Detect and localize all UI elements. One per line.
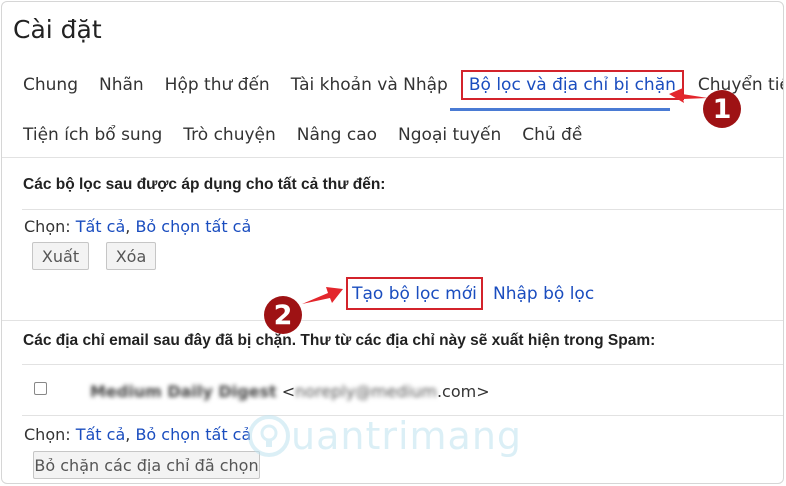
tabs-row-2: Tiện ích bổ sung Trò chuyện Nâng cao Ngo… bbox=[2, 118, 603, 152]
divider bbox=[22, 364, 783, 365]
step-2-badge: 2 bbox=[264, 296, 302, 334]
blocked-email-close: .com> bbox=[436, 382, 490, 401]
annotation-arrow-2-icon bbox=[302, 287, 343, 304]
tab-advanced[interactable]: Nâng cao bbox=[297, 125, 377, 145]
divider bbox=[2, 320, 783, 321]
page-title: Cài đặt bbox=[13, 15, 102, 44]
step-1-badge: 1 bbox=[703, 90, 741, 128]
tab-chat[interactable]: Trò chuyện bbox=[183, 125, 276, 145]
tab-filters-blocked[interactable]: Bộ lọc và địa chỉ bị chặn bbox=[460, 70, 684, 100]
select-all-link[interactable]: Tất cả bbox=[76, 217, 126, 236]
select-label: Chọn: bbox=[24, 217, 76, 236]
filters-heading: Các bộ lọc sau được áp dụng cho tất cả t… bbox=[23, 176, 386, 193]
filters-select-line: Chọn: Tất cả, Bỏ chọn tất cả bbox=[24, 217, 251, 236]
separator: , bbox=[125, 425, 136, 444]
create-filter-link[interactable]: Tạo bộ lọc mới bbox=[346, 277, 483, 310]
settings-panel: Cài đặt Chung Nhãn Hộp thư đến Tài khoản… bbox=[1, 1, 784, 484]
tab-inbox[interactable]: Hộp thư đến bbox=[165, 75, 270, 95]
lightbulb-logo-icon bbox=[248, 415, 290, 457]
separator: , bbox=[125, 217, 136, 236]
blocked-item-checkbox[interactable] bbox=[34, 382, 47, 395]
divider bbox=[2, 157, 783, 158]
watermark: uantrimang bbox=[247, 414, 522, 458]
divider bbox=[22, 209, 783, 210]
delete-button[interactable]: Xóa bbox=[106, 242, 156, 270]
tabs-row-1: Chung Nhãn Hộp thư đến Tài khoản và Nhập… bbox=[2, 68, 783, 102]
blocked-heading: Các địa chỉ email sau đây đã bị chặn. Th… bbox=[23, 332, 656, 349]
blocked-item: Medium Daily Digest <noreply@medium.com> bbox=[90, 382, 490, 401]
select-label: Chọn: bbox=[24, 425, 76, 444]
blocked-email-local: noreply@medium bbox=[295, 382, 437, 401]
select-all-link[interactable]: Tất cả bbox=[76, 425, 126, 444]
export-button[interactable]: Xuất bbox=[32, 242, 89, 270]
tab-offline[interactable]: Ngoại tuyến bbox=[398, 125, 501, 145]
active-tab-underline bbox=[450, 108, 670, 111]
tab-labels[interactable]: Nhãn bbox=[99, 75, 144, 95]
tab-accounts-import[interactable]: Tài khoản và Nhập bbox=[291, 75, 448, 95]
blocked-email-open: < bbox=[281, 382, 296, 401]
unblock-selected-button[interactable]: Bỏ chặn các địa chỉ đã chọn bbox=[33, 451, 260, 479]
deselect-all-link[interactable]: Bỏ chọn tất cả bbox=[135, 217, 251, 236]
tab-themes[interactable]: Chủ đề bbox=[522, 125, 582, 145]
tab-general[interactable]: Chung bbox=[23, 75, 78, 95]
deselect-all-link[interactable]: Bỏ chọn tất cả bbox=[135, 425, 251, 444]
tab-addons[interactable]: Tiện ích bổ sung bbox=[23, 125, 162, 145]
blocked-select-line: Chọn: Tất cả, Bỏ chọn tất cả bbox=[24, 425, 251, 444]
blocked-sender-name: Medium Daily Digest bbox=[90, 382, 277, 401]
watermark-text: uantrimang bbox=[291, 414, 523, 458]
import-filter-link[interactable]: Nhập bộ lọc bbox=[493, 284, 594, 304]
